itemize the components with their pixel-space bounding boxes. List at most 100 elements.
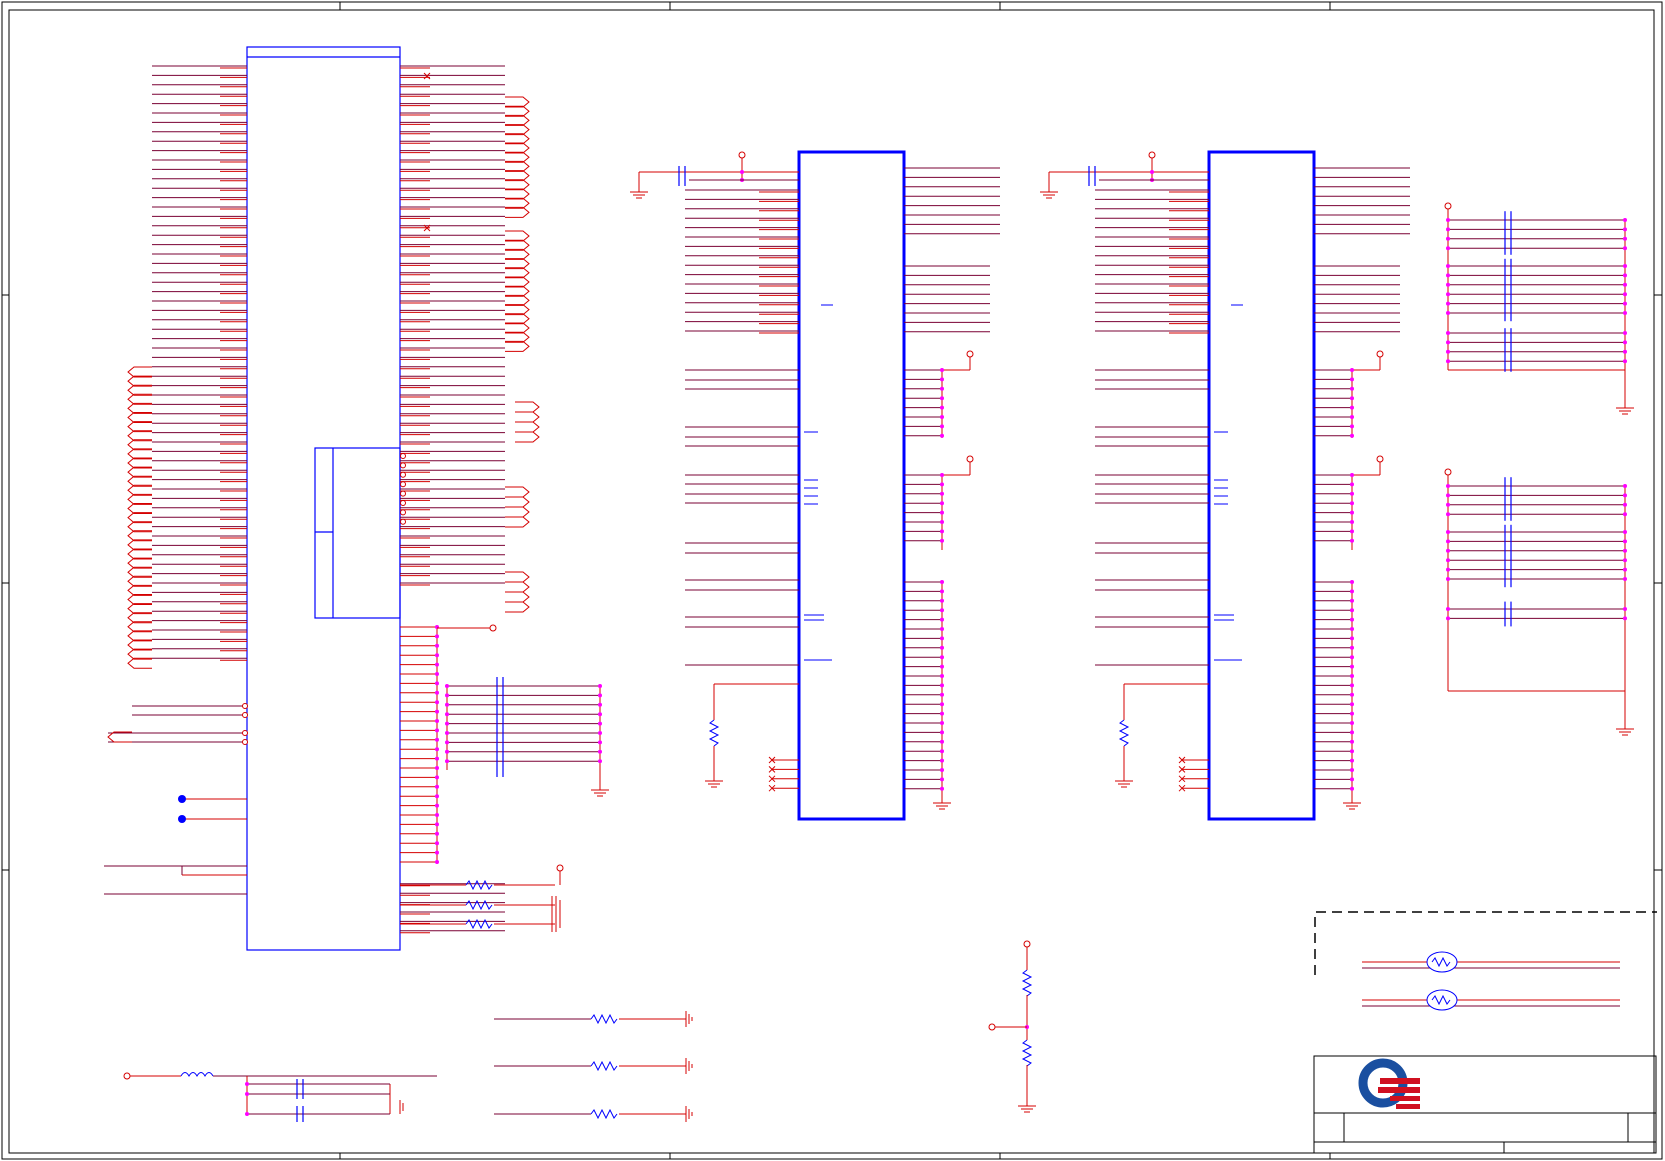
offpage-port-icon (127, 412, 152, 423)
junction-dot (940, 636, 944, 641)
junction-dot (940, 711, 944, 716)
offpage-port-icon (505, 571, 530, 583)
pin-bubble (242, 703, 248, 709)
junction-dot (940, 608, 944, 613)
offpage-port-icon (127, 366, 152, 378)
zone-ticks (2, 2, 1662, 1159)
junction-dot (1350, 758, 1354, 763)
junction-dot (1623, 493, 1627, 498)
junction-dot (1623, 264, 1627, 268)
offpage-port-icon (505, 294, 530, 306)
ground-icon (705, 773, 723, 788)
offpage-port-icon (127, 557, 152, 569)
junction-dot (1446, 301, 1450, 306)
junction-dot (940, 721, 944, 725)
junction-dot (1350, 598, 1354, 603)
dimm-connector-a (797, 150, 906, 821)
junction-dot (940, 664, 944, 669)
offpage-port-icon (505, 581, 530, 593)
thermistor-icon (1362, 989, 1620, 1011)
ground-icon (591, 782, 609, 797)
junction-dot (940, 415, 944, 419)
junction-dot (1350, 777, 1354, 782)
decoupling-cap-bank-mid (445, 677, 609, 797)
junction-dot (178, 795, 186, 803)
offpage-port-icon (505, 105, 530, 117)
junction-dot (1446, 616, 1450, 621)
junction-dot (1350, 721, 1354, 725)
junction-dot (1446, 292, 1450, 297)
pin-bubble (400, 453, 406, 459)
junction-dot (435, 672, 439, 676)
junction-dot (1446, 558, 1450, 563)
junction-dot (1350, 617, 1354, 622)
capacitor-icon (1504, 258, 1512, 322)
junction-dot (1350, 711, 1354, 716)
offpage-port-icon (505, 114, 530, 126)
junction-dot (1446, 331, 1450, 335)
ground-icon (1115, 773, 1133, 788)
junction-dot (1350, 415, 1354, 419)
left-port-stack (127, 366, 152, 669)
capacitor-icon (678, 166, 686, 186)
junction-dot (940, 520, 944, 524)
junction-dot (1623, 359, 1627, 364)
offpage-port-icon (127, 584, 152, 596)
offpage-port-icon (127, 448, 152, 460)
offpage-port-icon (127, 375, 152, 387)
junction-dot (1350, 664, 1354, 669)
junction-dot (1623, 607, 1627, 611)
pin-bubble (400, 500, 406, 506)
junction-dot (1350, 739, 1354, 744)
junction-dot (940, 758, 944, 763)
offpage-port-icon (127, 384, 152, 396)
power-pin-icon (1444, 468, 1452, 476)
junction-dot (1446, 577, 1450, 581)
offpage-port-icon (127, 457, 152, 469)
offpage-port-icon (505, 160, 530, 172)
offpage-port-icon (127, 512, 152, 524)
junction-dot (435, 747, 439, 752)
junction-dot (1150, 170, 1154, 174)
pin-bubble (400, 481, 406, 488)
junction-dot (435, 737, 439, 742)
junction-dot (598, 693, 602, 698)
junction-dot (598, 721, 602, 726)
junction-dot (1623, 577, 1627, 581)
junction-dot (940, 377, 944, 382)
offpage-port-icon (505, 197, 530, 209)
junction-dot (940, 627, 944, 631)
junction-dot (1446, 484, 1450, 488)
offpage-port-icon (127, 484, 152, 496)
offpage-port-icon (127, 430, 152, 442)
junction-dot (1623, 616, 1627, 621)
junction-dot (1623, 292, 1627, 297)
junction-dot (1623, 236, 1627, 241)
power-pin-icon (556, 864, 564, 872)
offpage-port-icon (505, 248, 530, 260)
thermistor-icon (1362, 951, 1620, 973)
junction-dot (1350, 768, 1354, 772)
junction-dot (435, 822, 439, 827)
junction-dot (1350, 683, 1354, 688)
junction-dot (1350, 368, 1354, 372)
offpage-port-icon (505, 206, 530, 218)
junction-dot (1623, 246, 1627, 251)
main-ic (246, 46, 401, 951)
offpage-port-icon (127, 421, 152, 433)
junction-dot (1623, 227, 1627, 232)
offpage-port-icon (127, 439, 152, 451)
junction-dot (1446, 311, 1450, 315)
offpage-port-icon (505, 188, 530, 200)
junction-dot (435, 803, 439, 808)
capacitor-icon (1504, 524, 1512, 588)
offpage-port-icon (515, 421, 540, 433)
junction-dot (1446, 349, 1450, 354)
ground-icon (1018, 1098, 1036, 1113)
offpage-port-icon (505, 142, 530, 154)
offpage-port-icon (505, 258, 530, 270)
power-pin-icon (1376, 350, 1384, 358)
junction-dot (940, 473, 944, 477)
junction-dot (1350, 377, 1354, 382)
junction-dot (445, 759, 449, 764)
